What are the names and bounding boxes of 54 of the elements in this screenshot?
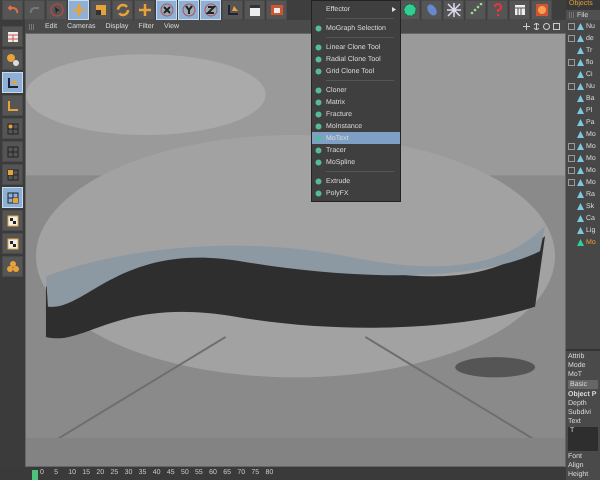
tool-icon [315,24,322,32]
pill-icon [424,3,438,17]
grid2-icon [6,144,20,158]
orbit-icon[interactable] [543,23,550,30]
maximize-icon[interactable] [553,23,560,30]
toolbar-button[interactable] [465,0,486,20]
move-icon [72,3,86,17]
toolbar-button[interactable] [222,0,243,20]
toolbar-button[interactable] [509,0,530,20]
calendar-icon [512,3,526,17]
tool-button[interactable] [2,26,23,47]
grid-icon [6,122,20,136]
tool-button[interactable] [2,210,23,231]
spheres-icon [6,52,20,66]
grip-icon [569,12,575,18]
toolbar-button[interactable] [244,0,265,20]
plus-icon [138,3,152,17]
render-icon [270,3,284,17]
layout-icon [6,30,20,44]
z-icon [204,3,218,17]
rotate-icon [116,3,130,17]
burst-icon [446,3,460,17]
scale-icon [94,3,108,17]
y-icon [182,3,196,17]
expand-icon[interactable] [568,58,575,66]
grid4-icon [6,190,20,204]
pan-icon[interactable] [523,23,530,30]
toolbar-button[interactable] [443,0,464,20]
toolbar-button[interactable] [90,0,111,20]
grip-icon [29,24,35,30]
x-icon [160,3,174,17]
tool-button[interactable] [2,164,23,185]
object-icon [577,70,584,78]
tool-button[interactable] [2,49,23,70]
flower-icon [402,3,416,17]
blob-icon [6,260,20,274]
toolbar-button[interactable] [399,0,420,20]
grid3-icon [6,168,20,182]
toolbar-button[interactable] [266,0,287,20]
tool-button[interactable] [2,233,23,254]
checker-icon [6,214,20,228]
select-icon [50,3,64,17]
clapper-icon [248,3,262,17]
checker2-icon [6,236,20,250]
axis-icon [6,76,20,90]
zoom-arrows-icon[interactable] [533,23,540,30]
axis-icon [226,3,240,17]
tool-button[interactable] [2,118,23,139]
globe-icon [534,3,548,17]
axis2-icon [6,98,20,112]
object-icon [577,46,584,54]
submenu-arrow-icon [392,6,396,12]
dots-icon [468,3,482,17]
expand-icon[interactable] [568,82,575,90]
